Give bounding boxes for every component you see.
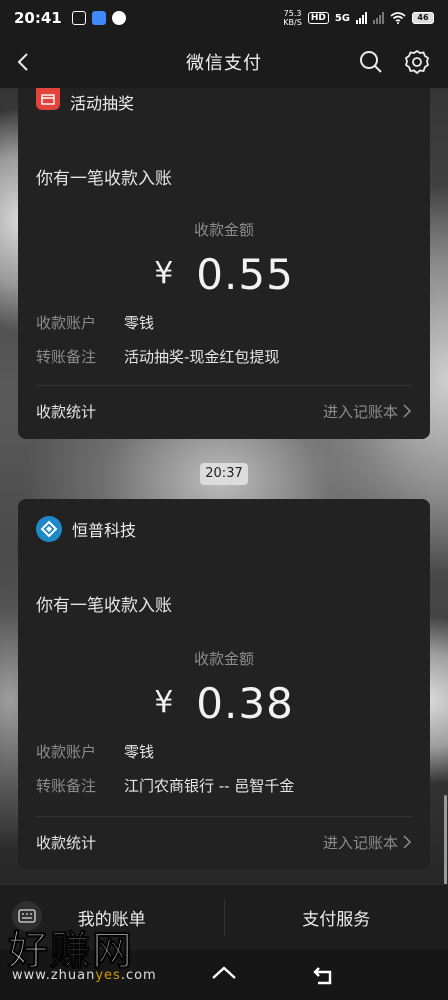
chevron-right-icon [403,835,412,849]
nav-back-icon[interactable] [310,962,338,988]
qq-icon [111,11,126,25]
row-value: 零钱 [124,313,155,332]
network-type: 5G [334,12,350,24]
open-ledger-link[interactable]: 进入记账本 [323,401,412,422]
battery-icon: 46 [412,12,434,24]
signal-icon [356,12,367,24]
net-speed-unit: KB/S [283,18,302,27]
watermark-url-suffix: .com [120,968,157,983]
row-value: 江门农商银行 -- 邑智千金 [124,776,295,795]
amount-label: 收款金额 [193,221,254,239]
payment-card-2[interactable]: 恒普科技 你有一笔收款入账 收款金额 ¥0.38 收款账户 零钱 转账备注 江门… [18,499,430,869]
card-message-title: 你有一笔收款入账 [36,169,172,189]
card-brand-name: 活动抽奖 [70,94,135,113]
card-brand-name: 恒普科技 [72,521,137,540]
site-watermark: 好赚网 www.zhuanyes.com [8,918,198,988]
notification-icons [71,11,126,25]
search-icon[interactable] [358,49,384,75]
amount-value: ¥0.55 [18,250,430,299]
remark-row: 转账备注 江门农商银行 -- 邑智千金 [18,768,430,802]
amount-number: 0.38 [196,679,294,728]
tv-app-icon [71,11,86,25]
account-row: 收款账户 零钱 [18,734,430,768]
timestamp-chip: 20:37 [200,463,248,485]
watermark-url-accent: yes [95,968,121,983]
row-key: 收款账户 [36,742,97,761]
back-arrow-icon[interactable] [12,50,36,74]
card-footer[interactable]: 收款统计 进入记账本 [18,386,430,436]
hd-badge: HD [307,12,329,24]
ledger-label: 进入记账本 [322,833,398,852]
hengpu-logo-icon [36,516,62,542]
account-row: 收款账户 零钱 [18,305,430,339]
row-value: 零钱 [124,742,155,761]
open-ledger-link[interactable]: 进入记账本 [323,832,412,853]
net-speed-value: 75.3 [283,9,302,18]
wechat-pay-screen: 20:41 75.3 KB/S HD 5G 46 微信支付 活动抽奖 你有一笔收… [0,0,448,1000]
card-footer[interactable]: 收款统计 进入记账本 [18,817,430,867]
red-packet-icon [36,88,60,110]
net-speed: 75.3 KB/S [283,9,302,27]
row-key: 转账备注 [36,776,97,795]
status-time: 20:41 [14,9,62,27]
row-key: 转账备注 [36,347,97,366]
title-bar: 微信支付 [0,36,448,88]
amount-label: 收款金额 [193,650,254,668]
chevron-right-icon [403,404,412,418]
amount-value: ¥0.38 [18,679,430,728]
watermark-url: www.zhuanyes.com [12,968,157,983]
page-title: 微信支付 [186,53,262,74]
gear-icon[interactable] [403,48,431,76]
row-value: 活动抽奖-现金红包提现 [124,347,280,366]
status-bar: 20:41 75.3 KB/S HD 5G 46 [0,0,448,36]
payment-card-1[interactable]: 活动抽奖 你有一笔收款入账 收款金额 ¥0.55 收款账户 零钱 转账备注 活动… [18,88,430,439]
card-brand-header: 恒普科技 [18,511,430,547]
scrollbar-thumb[interactable] [444,795,447,885]
home-icon[interactable] [210,962,238,988]
watermark-url-prefix: www.zhuan [12,968,96,983]
wifi-icon [390,12,406,24]
currency-symbol: ¥ [154,685,175,720]
stats-label: 收款统计 [36,833,97,852]
row-key: 收款账户 [36,313,97,332]
ledger-label: 进入记账本 [322,402,398,421]
card-message-title: 你有一笔收款入账 [36,596,172,616]
card-brand-header: 活动抽奖 [18,88,430,114]
pay-services-button[interactable]: 支付服务 [225,885,448,950]
blue-app-icon [91,11,106,25]
remark-row: 转账备注 活动抽奖-现金红包提现 [18,339,430,373]
status-right: 75.3 KB/S HD 5G 46 [283,9,434,27]
stats-label: 收款统计 [36,402,97,421]
amount-number: 0.55 [196,250,294,299]
signal-2-icon [373,12,384,24]
currency-symbol: ¥ [154,256,175,291]
